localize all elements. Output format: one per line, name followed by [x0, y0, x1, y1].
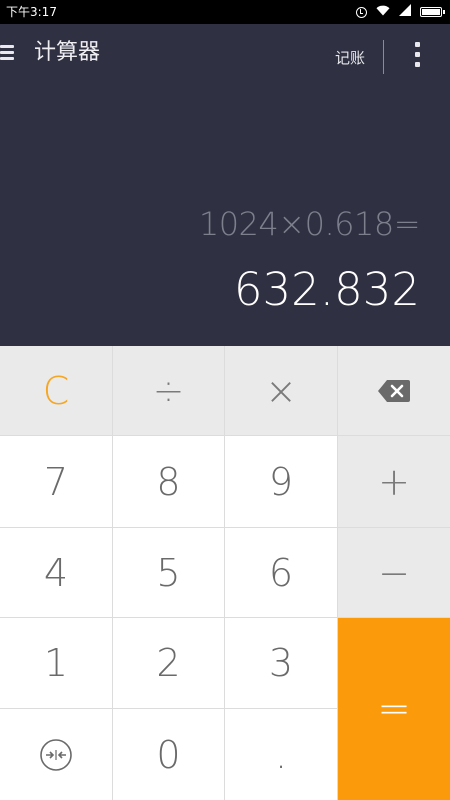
result-text: 632.832	[233, 263, 420, 316]
backspace-button[interactable]	[338, 346, 450, 435]
clear-button[interactable]: C	[0, 346, 112, 435]
digit-1-button[interactable]: 1	[0, 618, 112, 708]
ledger-button[interactable]: 记账	[335, 46, 365, 70]
backspace-icon	[378, 379, 410, 402]
alarm-icon	[356, 6, 367, 18]
app-bar: 计算器 记账	[0, 24, 450, 84]
collapse-icon	[40, 738, 72, 771]
calculator-display: 1024×0.618= 632.832	[0, 84, 450, 346]
status-bar: 下午3:17	[0, 0, 450, 24]
wifi-icon	[376, 0, 390, 24]
expression-text: 1024×0.618=	[198, 205, 421, 243]
status-icons	[356, 0, 445, 24]
battery-icon	[420, 7, 445, 17]
more-vertical-icon[interactable]	[408, 40, 428, 70]
digit-3-button[interactable]: 3	[225, 618, 337, 708]
app-title: 计算器	[34, 40, 101, 65]
appbar-divider	[383, 40, 384, 74]
add-button[interactable]: +	[338, 436, 450, 527]
hamburger-menu-icon[interactable]	[0, 42, 16, 64]
multiply-button[interactable]: ×	[225, 346, 337, 435]
digit-2-button[interactable]: 2	[113, 618, 224, 708]
collapse-keypad-button[interactable]	[0, 709, 112, 800]
subtract-button[interactable]: −	[338, 528, 450, 617]
signal-icon	[399, 0, 411, 24]
decimal-point-button[interactable]: .	[225, 709, 337, 800]
digit-5-button[interactable]: 5	[113, 528, 224, 617]
digit-6-button[interactable]: 6	[225, 528, 337, 617]
equals-button[interactable]: =	[338, 618, 450, 800]
keypad: C ÷ × 7 8 9 + 4 5 6 − 1 2 3 = 0 .	[0, 346, 450, 800]
status-time: 下午3:17	[6, 5, 57, 19]
digit-8-button[interactable]: 8	[113, 436, 224, 527]
digit-4-button[interactable]: 4	[0, 528, 112, 617]
digit-7-button[interactable]: 7	[0, 436, 112, 527]
digit-0-button[interactable]: 0	[113, 709, 224, 800]
divide-button[interactable]: ÷	[113, 346, 224, 435]
digit-9-button[interactable]: 9	[225, 436, 337, 527]
